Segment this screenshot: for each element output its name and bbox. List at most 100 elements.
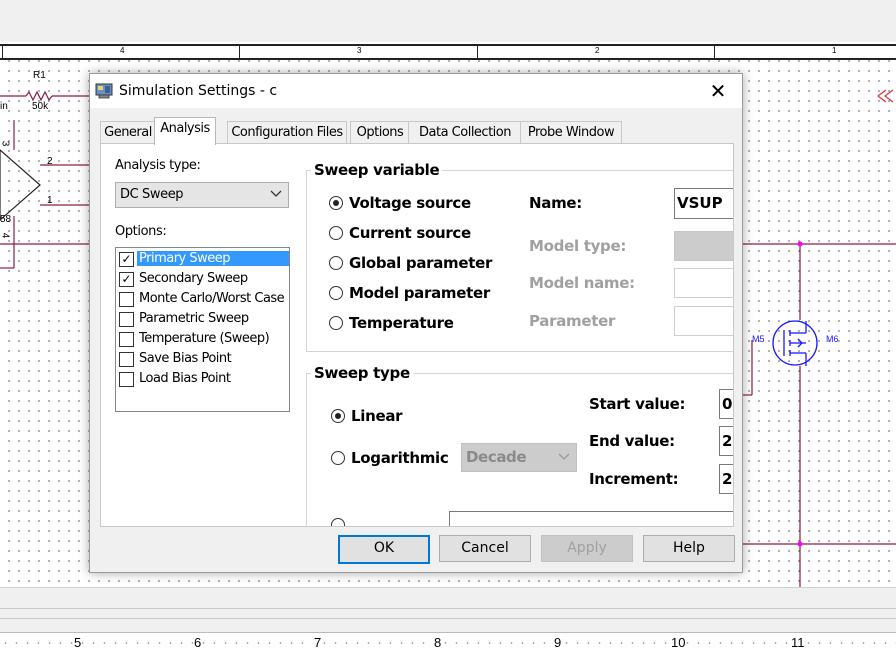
log-scale-select: Decade <box>461 443 577 472</box>
options-label: Options: <box>115 224 167 239</box>
ruler-tick <box>2 46 3 58</box>
radio-selected-icon[interactable] <box>331 409 345 423</box>
horizontal-scroll-area[interactable] <box>0 587 896 633</box>
tab-general[interactable]: General <box>100 121 156 144</box>
analysis-type-value: DC Sweep <box>120 187 184 202</box>
ruler-mark: 1 <box>832 46 837 55</box>
checkbox-icon[interactable] <box>119 312 134 327</box>
tab-configuration-files[interactable]: Configuration Files <box>227 121 347 144</box>
sweep-variable-title: Sweep variable <box>311 161 443 179</box>
bottom-ruler: 5 6 7 8 9 10 11 <box>0 632 896 655</box>
increment-value: 2 <box>722 470 733 488</box>
checkbox-icon[interactable] <box>119 332 134 347</box>
tab-data-collection[interactable]: Data Collection <box>408 121 522 144</box>
option-label: Load Bias Point <box>139 371 231 386</box>
ruler-mark: 3 <box>357 46 362 55</box>
ruler-mark: 8 <box>433 635 443 650</box>
start-value: 0 <box>722 395 733 413</box>
value-list-field[interactable] <box>449 511 733 526</box>
ruler-mark: 6 <box>193 635 203 650</box>
checkbox-checked-icon[interactable]: ✓ <box>119 272 134 287</box>
radio-label: Model parameter <box>349 284 490 302</box>
tab-analysis[interactable]: Analysis <box>154 117 216 145</box>
ruler-mark: 11 <box>790 635 806 650</box>
tab-probe-window[interactable]: Probe Window <box>520 121 622 144</box>
scroll-divider <box>0 618 896 619</box>
scroll-divider <box>0 608 896 609</box>
sweep-type-title: Sweep type <box>311 364 413 382</box>
radio-label: Logarithmic <box>351 449 449 467</box>
ruler-mark: 4 <box>120 46 125 55</box>
radio-label: Voltage source <box>349 194 471 212</box>
radio-label: Current source <box>349 224 471 242</box>
increment-field[interactable]: 2 <box>719 464 733 494</box>
mosfet-ref: M5 <box>752 334 765 344</box>
parameter-label: Parameter <box>529 312 616 330</box>
ruler-tick <box>477 46 478 58</box>
tab-options[interactable]: Options <box>350 121 410 144</box>
schematic-border-ruler: 4 3 2 1 <box>0 44 896 60</box>
radio-icon[interactable] <box>331 518 345 526</box>
ruler-tick <box>714 46 715 58</box>
end-value-field[interactable]: 2 <box>719 426 733 456</box>
radio-label: Linear <box>351 407 403 425</box>
start-value-field[interactable]: 0 <box>719 389 733 419</box>
close-button[interactable]: ✕ <box>696 76 740 106</box>
ok-button[interactable]: OK <box>338 535 430 564</box>
model-name-field <box>674 268 733 298</box>
net-label-in: in <box>0 101 8 112</box>
name-label: Name: <box>529 194 582 212</box>
part-label: 58 <box>0 214 12 225</box>
radio-selected-icon[interactable] <box>329 196 343 210</box>
start-value-label: Start value: <box>589 395 686 413</box>
radio-icon[interactable] <box>329 316 343 330</box>
simulation-app-icon <box>95 83 113 99</box>
chevron-down-icon <box>558 449 570 466</box>
ruler-mark: 7 <box>313 635 323 650</box>
pin-label: 1 <box>47 195 53 206</box>
pin-label: 3 <box>0 140 11 147</box>
radio-icon[interactable] <box>331 451 345 465</box>
ruler-dots <box>0 641 896 645</box>
options-list[interactable]: ✓ Primary Sweep ✓ Secondary Sweep Monte … <box>115 247 290 412</box>
analysis-type-label: Analysis type: <box>115 158 201 173</box>
help-button[interactable]: Help <box>643 535 735 562</box>
option-label: Save Bias Point <box>139 351 232 366</box>
checkbox-icon[interactable] <box>119 352 134 367</box>
apply-button: Apply <box>541 535 633 562</box>
model-type-select <box>674 231 733 261</box>
end-value: 2 <box>722 432 733 450</box>
checkbox-icon[interactable] <box>119 292 134 307</box>
name-field-value: VSUP <box>677 194 723 212</box>
cancel-button[interactable]: Cancel <box>439 535 531 562</box>
checkbox-checked-icon[interactable]: ✓ <box>119 252 134 267</box>
checkbox-icon[interactable] <box>119 372 134 387</box>
parameter-field <box>674 306 733 336</box>
radio-label: Temperature <box>349 314 454 332</box>
chevron-down-icon <box>270 186 282 203</box>
option-label: Secondary Sweep <box>139 271 248 286</box>
option-label: Monte Carlo/Worst Case <box>139 291 285 306</box>
ruler-mark: 9 <box>553 635 563 650</box>
radio-icon[interactable] <box>329 286 343 300</box>
radio-icon[interactable] <box>329 226 343 240</box>
dialog-titlebar[interactable]: Simulation Settings - c ✕ <box>90 74 742 108</box>
ruler-mark: 5 <box>73 635 83 650</box>
radio-icon[interactable] <box>329 256 343 270</box>
log-scale-value: Decade <box>466 448 527 466</box>
pin-label: 4 <box>0 232 11 239</box>
analysis-tab-panel: Analysis type: DC Sweep Options: ✓ Prima… <box>100 143 734 527</box>
increment-label: Increment: <box>589 470 679 488</box>
radio-label: Global parameter <box>349 254 493 272</box>
resistor-ref: R1 <box>33 70 46 81</box>
name-field[interactable]: VSUP <box>674 188 733 219</box>
option-label: Primary Sweep <box>137 251 289 266</box>
dialog-title: Simulation Settings - c <box>119 83 278 99</box>
toolbar-area <box>0 0 896 42</box>
option-label: Temperature (Sweep) <box>139 331 270 346</box>
model-type-label: Model type: <box>529 237 627 255</box>
option-label: Parametric Sweep <box>139 311 249 326</box>
resistor-value: 50k <box>32 101 49 112</box>
analysis-type-select[interactable]: DC Sweep <box>115 182 289 208</box>
ruler-mark: 2 <box>595 46 600 55</box>
